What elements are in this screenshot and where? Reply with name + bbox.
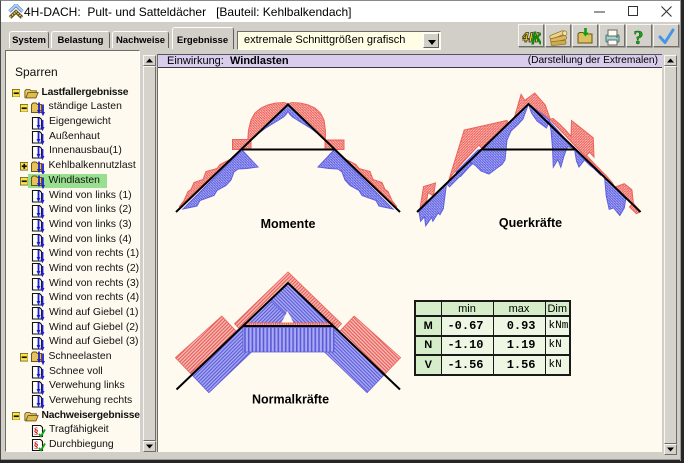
svg-text:K: K	[531, 29, 541, 47]
svg-text:?: ?	[633, 27, 643, 46]
